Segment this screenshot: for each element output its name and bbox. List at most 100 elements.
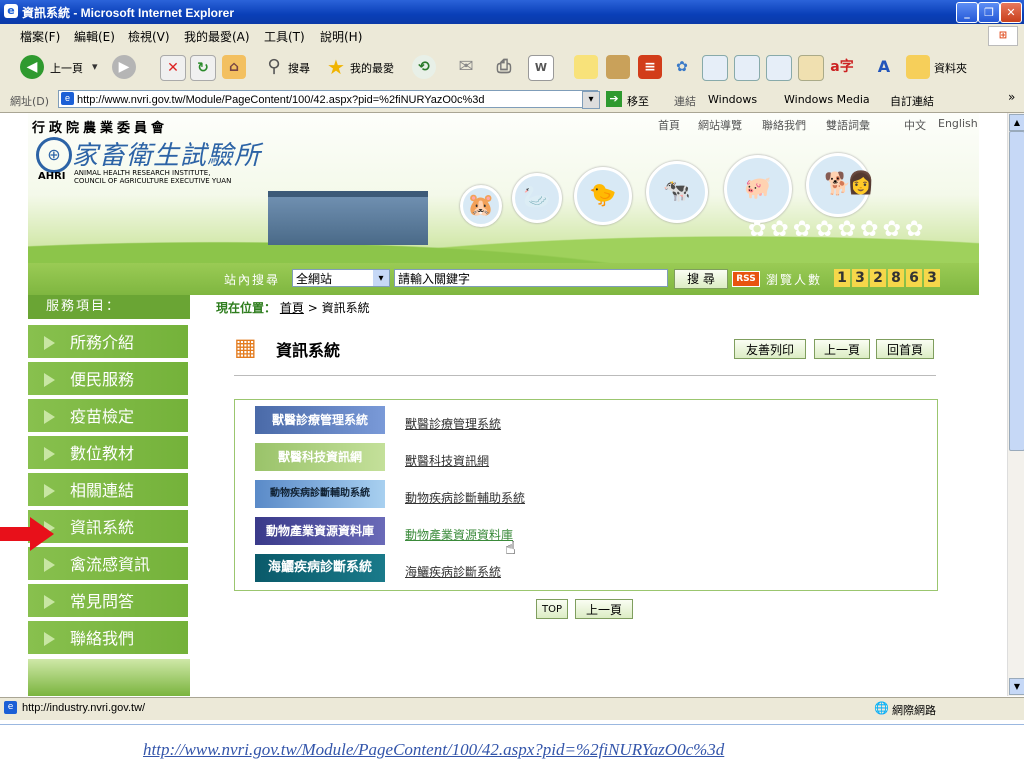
system-banner[interactable]: 海鱺疾病診斷系統 [255,554,385,582]
forward-icon[interactable]: ▶ [112,55,136,79]
triangle-icon [44,595,55,609]
links-overflow-icon[interactable]: » [1008,90,1015,104]
refresh-icon[interactable]: ↻ [190,55,216,81]
history-icon[interactable]: ⟲ [412,55,436,79]
bottom-prev-button[interactable]: 上一頁 [575,599,633,619]
sidebar-item-label: 所務介紹 [70,333,135,352]
menu-view[interactable]: 檢視(V) [128,28,170,45]
top-button[interactable]: TOP [536,599,568,619]
edit-icon[interactable]: W [528,55,554,81]
page-icon[interactable] [702,55,728,81]
address-input[interactable]: e http://www.nvri.gov.tw/Module/PageCont… [58,90,598,108]
toolbar: ◀ 上一頁 ▾ ▶ ✕ ↻ ⌂ ⚲ 搜尋 ★ 我的最愛 ⟲ ✉ ⎙ W ≡ ✿ … [0,46,1024,89]
sidebar-heading-text: 服務項目： [46,299,122,314]
rss-badge[interactable]: RSS [732,271,760,287]
mail-icon[interactable]: ✉ [454,55,478,79]
back-dropdown-icon[interactable]: ▾ [92,60,98,73]
link-windows[interactable]: Windows [708,93,757,106]
scope-dropdown-icon[interactable]: ▾ [373,270,389,286]
close-button[interactable]: ✕ [1000,2,1022,23]
sidebar-item-avian-flu[interactable]: 禽流感資訊 [28,547,188,582]
sidebar-heading: 服務項目： [28,295,190,319]
scroll-down-icon[interactable]: ▼ [1009,678,1024,695]
print-friendly-button[interactable]: 友善列印 [734,339,806,359]
print-icon[interactable]: ⎙ [492,55,516,79]
sidebar-item-links[interactable]: 相關連結 [28,473,188,508]
title-bar[interactable]: e 資訊系統 - Microsoft Internet Explorer _ ❐… [0,0,1024,24]
sidebar-item-services[interactable]: 便民服務 [28,362,188,397]
link-windows-media[interactable]: Windows Media [784,93,870,106]
system-banner[interactable]: 獸醫診療管理系統 [255,406,385,434]
favorites-star-icon[interactable]: ★ [324,55,348,79]
search-input[interactable]: 請輸入關鍵字 [394,269,668,287]
system-banner[interactable]: 獸醫科技資訊網 [255,443,385,471]
menu-favorites[interactable]: 我的最愛(A) [184,28,250,45]
favorites-label[interactable]: 我的最愛 [350,60,394,76]
top-link-contact[interactable]: 聯絡我們 [762,117,806,133]
address-dropdown-icon[interactable]: ▾ [582,91,600,109]
minimize-button[interactable]: _ [956,2,978,23]
search-button[interactable]: 搜 尋 [674,269,728,289]
menu-edit[interactable]: 編輯(E) [74,28,115,45]
sidebar-item-contact[interactable]: 聯絡我們 [28,621,188,656]
home-icon[interactable]: ⌂ [222,55,246,79]
paste-icon[interactable] [798,55,824,81]
copy-icon[interactable] [734,55,760,81]
sidebar-item-faq[interactable]: 常見問答 [28,584,188,619]
vertical-scrollbar[interactable]: ▲ ▼ [1007,113,1024,696]
menu-file[interactable]: 檔案(F) [20,28,60,45]
system-link[interactable]: 獸醫診療管理系統 [405,415,501,432]
folders-icon[interactable] [906,55,930,79]
system-banner[interactable]: 動物產業資源資料庫 [255,517,385,545]
scroll-up-icon[interactable]: ▲ [1009,114,1024,131]
page-title: 資訊系統 [276,341,341,360]
system-link[interactable]: 海鱺疾病診斷系統 [405,563,501,580]
messenger-icon[interactable]: ≡ [638,55,662,79]
research-icon[interactable] [606,55,630,79]
discuss-icon[interactable] [574,55,598,79]
sidebar-item-elearning[interactable]: 數位教材 [28,436,188,471]
back-label[interactable]: 上一頁 [50,60,83,76]
triangle-icon [44,410,55,424]
system-link[interactable]: 動物疾病診斷輔助系統 [405,489,525,506]
go-arrow-icon[interactable]: ➔ [606,91,622,107]
site-en-name-2: COUNCIL OF AGRICULTURE EXECUTIVE YUAN [74,177,232,185]
top-link-chinese[interactable]: 中文 [904,117,926,133]
top-link-glossary[interactable]: 雙語詞彙 [826,117,870,133]
ahri-logo-icon: ⊕ [36,137,72,173]
system-link-hovered[interactable]: 動物產業資源資料庫 [405,526,513,543]
stop-icon[interactable]: ✕ [160,55,186,81]
search-label[interactable]: 搜尋 [288,60,310,76]
search-scope-select[interactable]: 全網站 ▾ [292,269,390,287]
translate-icon[interactable]: a字 [830,55,854,79]
sidebar-item-about[interactable]: 所務介紹 [28,325,188,360]
back-icon[interactable]: ◀ [20,55,44,79]
internet-globe-icon: 🌐 [874,701,889,715]
window-title: 資訊系統 - Microsoft Internet Explorer [22,6,235,20]
window-icon[interactable] [766,55,792,81]
link-custom[interactable]: 自訂連結 [890,93,934,109]
search-icon[interactable]: ⚲ [262,55,286,79]
top-link-sitemap[interactable]: 網站導覽 [698,117,742,133]
top-link-english[interactable]: English [938,117,978,130]
maximize-button[interactable]: ❐ [978,2,1000,23]
hamster-picture: 🐹 [460,185,502,227]
menu-tools[interactable]: 工具(T) [264,28,305,45]
people-icon[interactable]: ✿ [670,55,694,79]
address-url: http://www.nvri.gov.tw/Module/PageConten… [77,94,485,106]
breadcrumb-home[interactable]: 首頁 [280,301,304,315]
top-link-home[interactable]: 首頁 [658,117,680,133]
sidebar-item-vaccine[interactable]: 疫苗檢定 [28,399,188,434]
scroll-thumb[interactable] [1009,131,1024,451]
menu-help[interactable]: 說明(H) [320,28,362,45]
home-button[interactable]: 回首頁 [876,339,934,359]
go-button[interactable]: 移至 [627,93,649,109]
sidebar-item-label: 數位教材 [70,444,135,463]
system-banner[interactable]: 動物疾病診斷輔助系統 [255,480,385,508]
caption-url[interactable]: http://www.nvri.gov.tw/Module/PageConten… [143,740,724,760]
hand-cursor-icon: ☝ [505,538,516,559]
folders-label[interactable]: 資料夾 [934,60,967,76]
font-size-icon[interactable]: A [872,55,896,79]
system-link[interactable]: 獸醫科技資訊網 [405,452,489,469]
prev-page-button[interactable]: 上一頁 [814,339,870,359]
